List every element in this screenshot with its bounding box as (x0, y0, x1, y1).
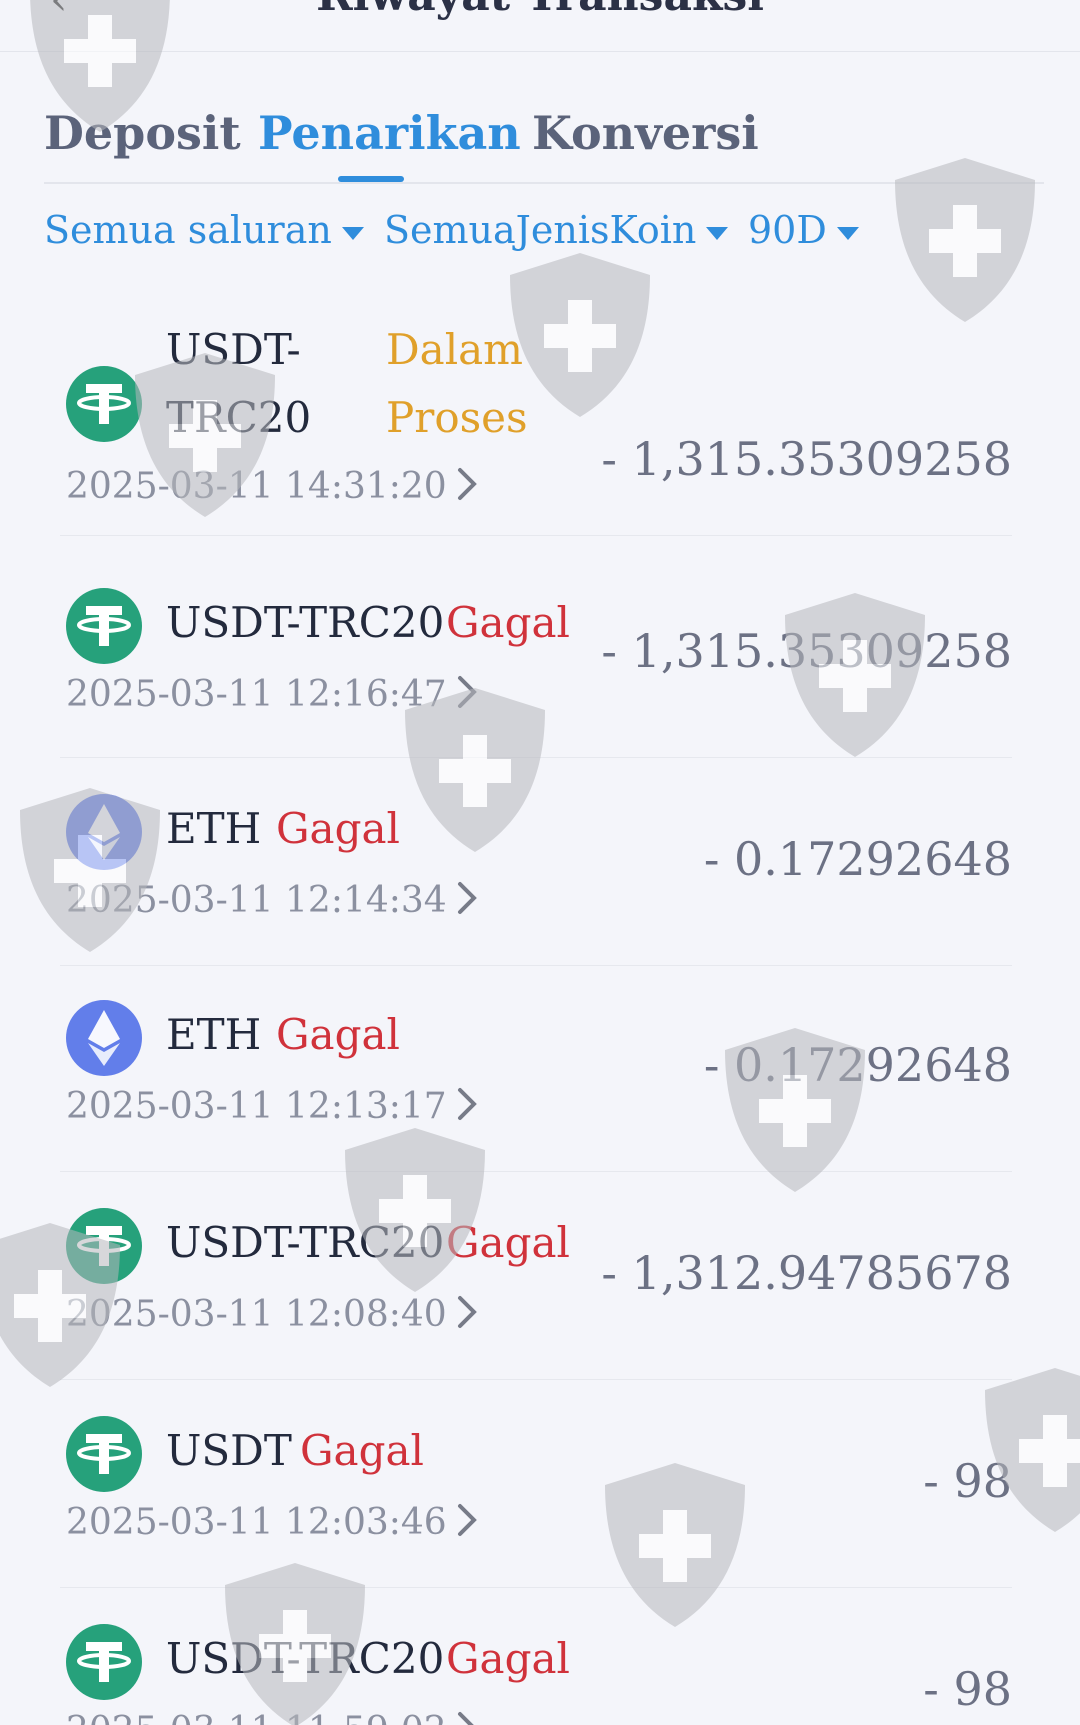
usdt-icon (66, 588, 142, 664)
caret-down-icon (836, 227, 859, 240)
chevron-right-icon (458, 882, 477, 914)
coin-name: USDT- (166, 325, 301, 374)
tab-bar: Deposit Penarikan Konversi (44, 100, 1044, 184)
transaction-amount: - 1,312.94785678 (601, 1246, 1012, 1300)
caret-down-icon (706, 227, 729, 240)
chevron-right-icon (458, 468, 477, 500)
status-badge: Gagal (300, 1426, 424, 1475)
tab-konversi[interactable]: Konversi (532, 106, 759, 160)
coin-type-filter-label: SemuaJenisKoin (384, 208, 697, 252)
page-title: Riwayat Transaksi (0, 0, 1080, 21)
coin-name: ETH (166, 1010, 262, 1059)
transaction-row[interactable]: USDT Gagal 2025-03-11 12:03:46 - 98 (60, 1398, 1012, 1588)
transaction-amount: - 0.17292648 (703, 1038, 1012, 1092)
coin-name: TRC20 (166, 393, 312, 442)
usdt-icon (66, 1624, 142, 1700)
eth-icon (66, 794, 142, 870)
chevron-right-icon (458, 1296, 477, 1328)
transaction-datetime: 2025-03-11 12:03:46 (66, 1502, 447, 1543)
coin-name: USDT-TRC20 (166, 598, 445, 647)
coin-name: USDT-TRC20 (166, 1634, 445, 1683)
status-badge: Gagal (446, 1634, 570, 1683)
coin-name: USDT-TRC20 (166, 1218, 445, 1267)
transaction-row[interactable]: USDT-TRC20 Gagal 2025-03-11 12:08:40 - 1… (60, 1190, 1012, 1380)
channel-filter-label: Semua saluran (44, 208, 332, 252)
period-filter-label: 90D (748, 208, 827, 252)
transaction-amount: - 1,315.35309258 (601, 432, 1012, 486)
transaction-amount: - 1,315.35309258 (601, 624, 1012, 678)
transaction-datetime: 2025-03-11 12:16:47 (66, 674, 447, 715)
transaction-datetime: 2025-03-11 11:59:02 (66, 1710, 447, 1725)
transaction-row[interactable]: USDT- TRC20 Dalam Proses 2025-03-11 14:3… (60, 316, 1012, 536)
transaction-amount: - 0.17292648 (703, 832, 1012, 886)
transaction-row[interactable]: ETH Gagal 2025-03-11 12:13:17 - 0.172926… (60, 982, 1012, 1172)
caret-down-icon (341, 227, 364, 240)
eth-icon (66, 1000, 142, 1076)
status-badge: Gagal (276, 1010, 400, 1059)
chevron-right-icon (458, 1504, 477, 1536)
transaction-row[interactable]: USDT-TRC20 Gagal 2025-03-11 11:59:02 - 9… (60, 1606, 1012, 1725)
transaction-row[interactable]: ETH Gagal 2025-03-11 12:14:34 - 0.172926… (60, 776, 1012, 966)
tab-penarikan[interactable]: Penarikan (258, 106, 521, 160)
transaction-datetime: 2025-03-11 12:08:40 (66, 1294, 447, 1335)
transaction-datetime: 2025-03-11 14:31:20 (66, 466, 447, 507)
transaction-amount: - 98 (923, 1662, 1012, 1716)
period-filter-dropdown[interactable]: 90D (748, 208, 859, 252)
status-badge: Gagal (446, 1218, 570, 1267)
app-header: ‹ Riwayat Transaksi (0, 0, 1080, 52)
chevron-right-icon (458, 1088, 477, 1120)
status-badge: Gagal (276, 804, 400, 853)
coin-name: USDT (166, 1426, 292, 1475)
transaction-amount: - 98 (923, 1454, 1012, 1508)
transaction-datetime: 2025-03-11 12:14:34 (66, 880, 447, 921)
tab-deposit[interactable]: Deposit (44, 106, 241, 160)
chevron-right-icon (458, 676, 477, 708)
status-badge: Dalam (386, 325, 524, 374)
chevron-right-icon (458, 1712, 474, 1725)
usdt-icon (66, 1416, 142, 1492)
status-badge: Proses (386, 393, 528, 442)
usdt-icon (66, 1208, 142, 1284)
usdt-icon (66, 366, 142, 442)
filter-bar: Semua saluran SemuaJenisKoin 90D (44, 208, 1044, 258)
transaction-datetime: 2025-03-11 12:13:17 (66, 1086, 447, 1127)
channel-filter-dropdown[interactable]: Semua saluran (44, 208, 364, 252)
status-badge: Gagal (446, 598, 570, 647)
coin-type-filter-dropdown[interactable]: SemuaJenisKoin (384, 208, 729, 252)
coin-name: ETH (166, 804, 262, 853)
transaction-row[interactable]: USDT-TRC20 Gagal 2025-03-11 12:16:47 - 1… (60, 568, 1012, 758)
active-tab-indicator (338, 176, 404, 182)
